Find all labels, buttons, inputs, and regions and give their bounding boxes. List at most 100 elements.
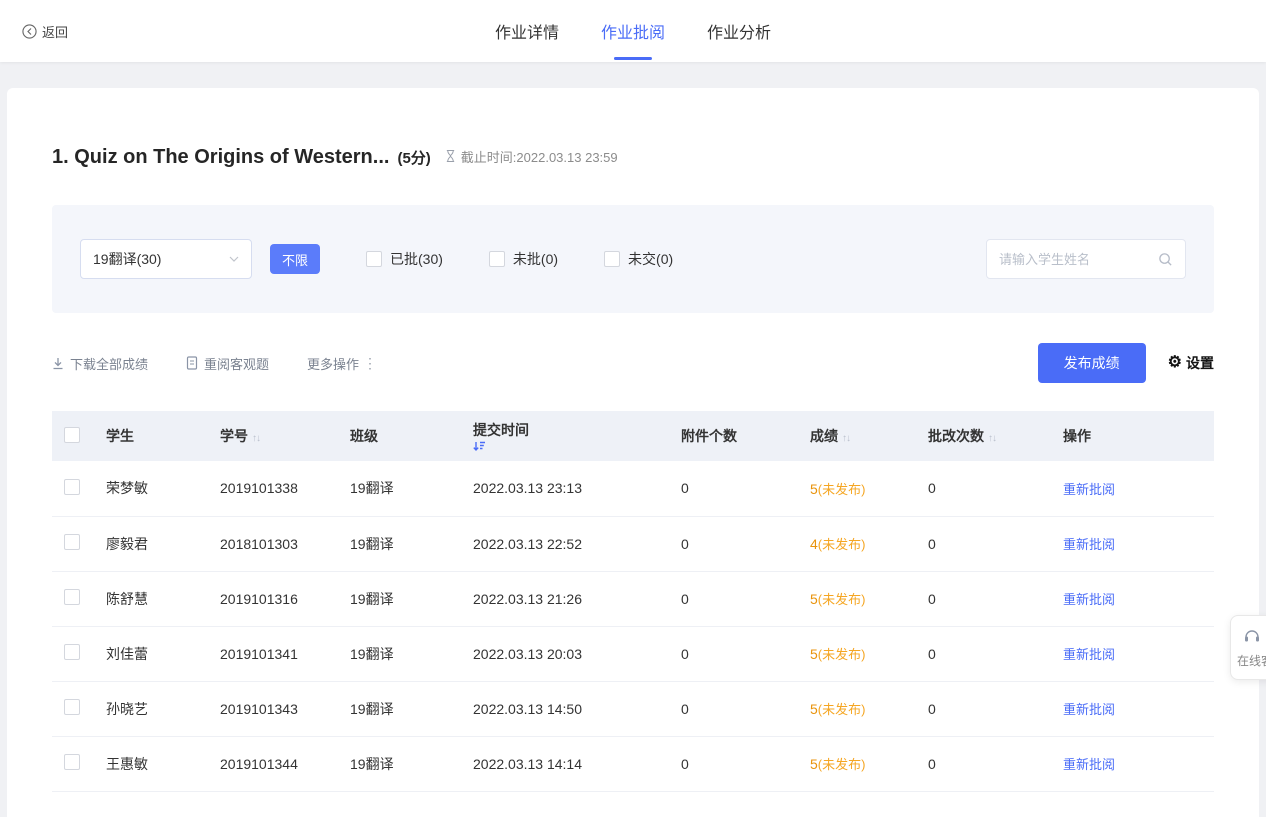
students-table: 学生 学号↑↓ 班级 提交时间 附件个数 成绩↑↓ 批改次数↑↓ 操作 荣梦敏 … [52, 411, 1214, 792]
checkbox-icon[interactable] [489, 251, 505, 267]
cell-actions: 重新批阅 [1055, 516, 1214, 571]
score-status: (未发布) [818, 592, 866, 607]
table-toolbar: 下载全部成绩 重阅客观题 更多操作 ⋮ 发布成绩 ⚙ 设置 [52, 343, 1214, 383]
cell-submit-time: 2022.03.13 21:26 [465, 571, 673, 626]
cell-attachments: 0 [673, 736, 802, 791]
filter-bar: 19翻译(30) 不限 已批(30) 未批(0) 未交(0) [52, 205, 1214, 313]
table-row: 王惠敏 2019101344 19翻译 2022.03.13 14:14 0 5… [52, 736, 1214, 791]
checkbox-icon[interactable] [604, 251, 620, 267]
cell-correction-count: 0 [920, 516, 1055, 571]
row-checkbox[interactable] [64, 589, 80, 605]
row-checkbox[interactable] [64, 699, 80, 715]
cell-attachments: 0 [673, 461, 802, 516]
cell-student-id: 2019101341 [212, 626, 342, 681]
customer-service-label: 在线客服 [1237, 652, 1266, 669]
publish-grades-button[interactable]: 发布成绩 [1038, 343, 1146, 383]
back-label: 返回 [42, 22, 68, 41]
cell-class: 19翻译 [342, 736, 465, 791]
cell-submit-time: 2022.03.13 23:13 [465, 461, 673, 516]
hourglass-icon [445, 149, 456, 163]
cell-attachments: 0 [673, 516, 802, 571]
more-dots-icon: ⋮ [363, 355, 377, 372]
filter-all-button[interactable]: 不限 [270, 244, 320, 274]
row-checkbox[interactable] [64, 479, 80, 495]
cell-correction-count: 0 [920, 681, 1055, 736]
cell-score: 5(未发布) [802, 461, 920, 516]
cell-submit-time: 2022.03.13 22:52 [465, 516, 673, 571]
class-select-value: 19翻译(30) [93, 249, 161, 269]
sort-icon[interactable]: ↑↓ [252, 433, 260, 444]
tab-assignment-detail[interactable]: 作业详情 [493, 0, 561, 62]
col-score: 成绩↑↓ [802, 411, 920, 461]
download-all-grades-link[interactable]: 下载全部成绩 [52, 354, 148, 373]
top-bar: 返回 作业详情 作业批阅 作业分析 [0, 0, 1266, 62]
rereview-link[interactable]: 重新批阅 [1063, 482, 1115, 497]
cell-actions: 重新批阅 [1055, 681, 1214, 736]
cell-submit-time: 2022.03.13 20:03 [465, 626, 673, 681]
settings-button[interactable]: ⚙ 设置 [1168, 353, 1214, 373]
filter-checkbox-unsubmitted[interactable]: 未交(0) [604, 249, 673, 269]
table-row: 陈舒慧 2019101316 19翻译 2022.03.13 21:26 0 5… [52, 571, 1214, 626]
filter-checkbox-ungraded[interactable]: 未批(0) [489, 249, 558, 269]
rereview-link[interactable]: 重新批阅 [1063, 537, 1115, 552]
cell-correction-count: 0 [920, 626, 1055, 681]
cell-student: 孙晓艺 [98, 681, 212, 736]
customer-service-widget[interactable]: 在线客服 [1230, 615, 1266, 680]
sort-icon[interactable]: ↑↓ [842, 433, 850, 444]
cell-student: 荣梦敏 [98, 461, 212, 516]
review-objective-link[interactable]: 重阅客观题 [186, 354, 269, 373]
search-input[interactable] [999, 252, 1150, 267]
score-status: (未发布) [818, 702, 866, 717]
tab-bar: 作业详情 作业批阅 作业分析 [493, 0, 773, 62]
cell-correction-count: 0 [920, 461, 1055, 516]
checkbox-icon[interactable] [366, 251, 382, 267]
back-icon [22, 24, 37, 39]
sort-icon[interactable]: ↑↓ [988, 433, 996, 444]
row-checkbox[interactable] [64, 644, 80, 660]
table-header-row: 学生 学号↑↓ 班级 提交时间 附件个数 成绩↑↓ 批改次数↑↓ 操作 [52, 411, 1214, 461]
filter-checkbox-graded[interactable]: 已批(30) [366, 249, 443, 269]
cell-attachments: 0 [673, 571, 802, 626]
cell-actions: 重新批阅 [1055, 571, 1214, 626]
cell-student-id: 2018101303 [212, 516, 342, 571]
class-select[interactable]: 19翻译(30) [80, 239, 252, 279]
score-status: (未发布) [818, 537, 866, 552]
cell-correction-count: 0 [920, 571, 1055, 626]
cell-class: 19翻译 [342, 461, 465, 516]
cell-actions: 重新批阅 [1055, 461, 1214, 516]
col-submit-time: 提交时间 [465, 411, 673, 461]
search-icon[interactable] [1158, 252, 1173, 267]
tab-assignment-analysis[interactable]: 作业分析 [705, 0, 773, 62]
assignment-header: 1. Quiz on The Origins of Western... (5分… [52, 146, 1214, 169]
chevron-down-icon [229, 256, 239, 262]
score-status: (未发布) [818, 757, 866, 772]
cell-score: 5(未发布) [802, 681, 920, 736]
sort-descending-icon[interactable] [473, 440, 673, 452]
cell-attachments: 0 [673, 681, 802, 736]
more-actions-link[interactable]: 更多操作 ⋮ [307, 354, 377, 373]
cell-actions: 重新批阅 [1055, 736, 1214, 791]
rereview-link[interactable]: 重新批阅 [1063, 647, 1115, 662]
cell-student-id: 2019101338 [212, 461, 342, 516]
rereview-link[interactable]: 重新批阅 [1063, 702, 1115, 717]
cell-class: 19翻译 [342, 571, 465, 626]
back-button[interactable]: 返回 [22, 22, 68, 41]
row-checkbox[interactable] [64, 534, 80, 550]
document-icon [186, 356, 198, 370]
cell-class: 19翻译 [342, 516, 465, 571]
cell-actions: 重新批阅 [1055, 626, 1214, 681]
deadline-text: 截止时间:2022.03.13 23:59 [461, 147, 618, 166]
cell-student: 廖毅君 [98, 516, 212, 571]
cell-student: 刘佳蕾 [98, 626, 212, 681]
rereview-link[interactable]: 重新批阅 [1063, 757, 1115, 772]
col-actions: 操作 [1055, 411, 1214, 461]
main-card: 1. Quiz on The Origins of Western... (5分… [7, 88, 1259, 817]
tab-assignment-review[interactable]: 作业批阅 [599, 0, 667, 62]
row-checkbox[interactable] [64, 754, 80, 770]
rereview-link[interactable]: 重新批阅 [1063, 592, 1115, 607]
cell-class: 19翻译 [342, 626, 465, 681]
cell-student-id: 2019101316 [212, 571, 342, 626]
cell-attachments: 0 [673, 626, 802, 681]
select-all-checkbox[interactable] [64, 427, 80, 443]
table-row: 刘佳蕾 2019101341 19翻译 2022.03.13 20:03 0 5… [52, 626, 1214, 681]
